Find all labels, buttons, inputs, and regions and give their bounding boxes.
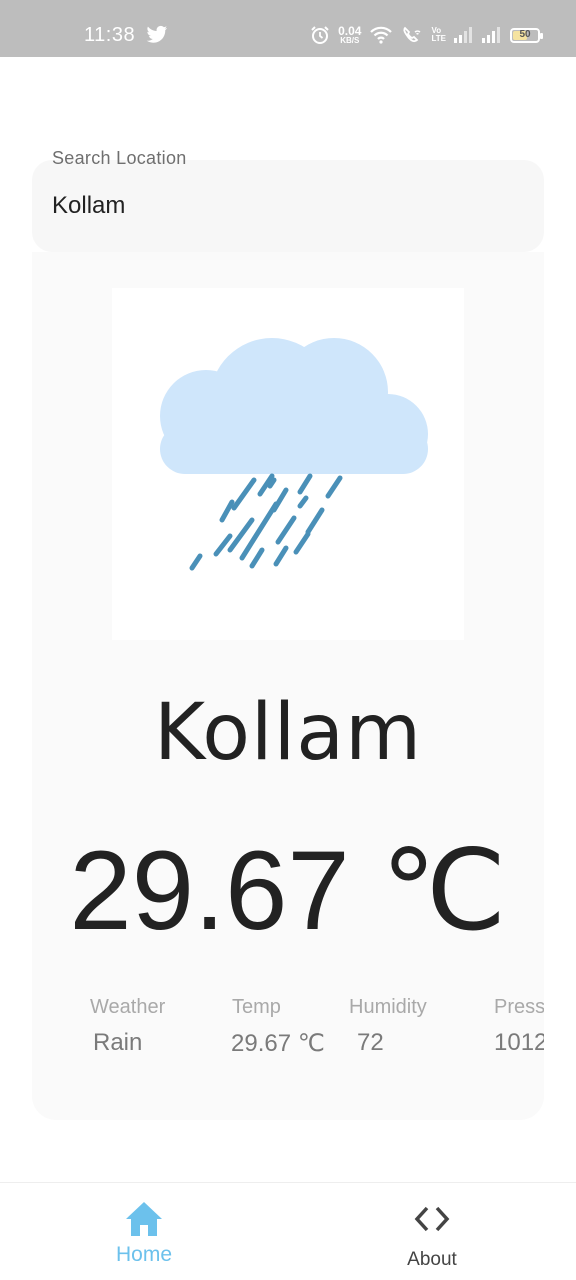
current-temperature: 29.67 ℃ xyxy=(69,828,507,953)
volte-indicator: Vo LTE xyxy=(431,26,446,43)
weather-card: Kollam 29.67 ℃ Weather Rain Temp 29.67 ℃… xyxy=(32,252,544,1120)
twitter-icon xyxy=(146,25,168,43)
status-time: 11:38 xyxy=(84,24,136,46)
stat-label: Temp xyxy=(232,996,281,1018)
code-icon xyxy=(414,1206,450,1232)
nav-home-label: Home xyxy=(115,1243,173,1266)
stat-value: Rain xyxy=(93,1029,143,1056)
app-screen: 11:38 0.04 KB/S Vo LTE 50 Kollam Search … xyxy=(0,0,576,1280)
stat-label: Weather xyxy=(90,996,166,1018)
search-label: Search Location xyxy=(52,148,187,168)
stat-temp: Temp 29.67 ℃ xyxy=(231,996,325,1058)
status-bar: 11:38 0.04 KB/S Vo LTE 50 xyxy=(0,0,576,57)
wifi-icon xyxy=(370,26,393,44)
stat-value: 29.67 ℃ xyxy=(231,1030,325,1057)
stat-value: 1012 xyxy=(494,1029,544,1056)
battery-icon: 50 xyxy=(510,27,543,43)
stat-value: 72 xyxy=(357,1029,384,1056)
alarm-icon xyxy=(311,26,329,44)
signal-icon-2 xyxy=(482,27,500,43)
stat-humidity: Humidity 72 xyxy=(349,996,427,1057)
network-speed: 0.04 KB/S xyxy=(338,24,362,45)
search-input-value: Kollam xyxy=(52,192,126,219)
stat-weather: Weather Rain xyxy=(90,996,165,1057)
rain-cloud-icon xyxy=(112,288,464,640)
wifi-calling-icon xyxy=(403,26,421,43)
stat-pressure: Pressure 1012 xyxy=(494,996,544,1057)
stat-label: Humidity xyxy=(349,996,427,1018)
signal-icon xyxy=(454,27,472,43)
home-icon xyxy=(126,1202,162,1236)
status-icons: 0.04 KB/S Vo LTE 50 xyxy=(310,21,543,49)
nav-about-label: About xyxy=(407,1249,457,1270)
search-input[interactable]: Kollam xyxy=(32,160,544,252)
nav-home[interactable]: Home xyxy=(64,1183,224,1280)
city-name: Kollam xyxy=(153,688,423,778)
nav-about[interactable]: About xyxy=(352,1183,512,1280)
stat-label: Pressure xyxy=(494,996,544,1018)
weather-stats: Weather Rain Temp 29.67 ℃ Humidity 72 Pr… xyxy=(32,996,544,1076)
bottom-navigation: Home About xyxy=(0,1182,576,1280)
